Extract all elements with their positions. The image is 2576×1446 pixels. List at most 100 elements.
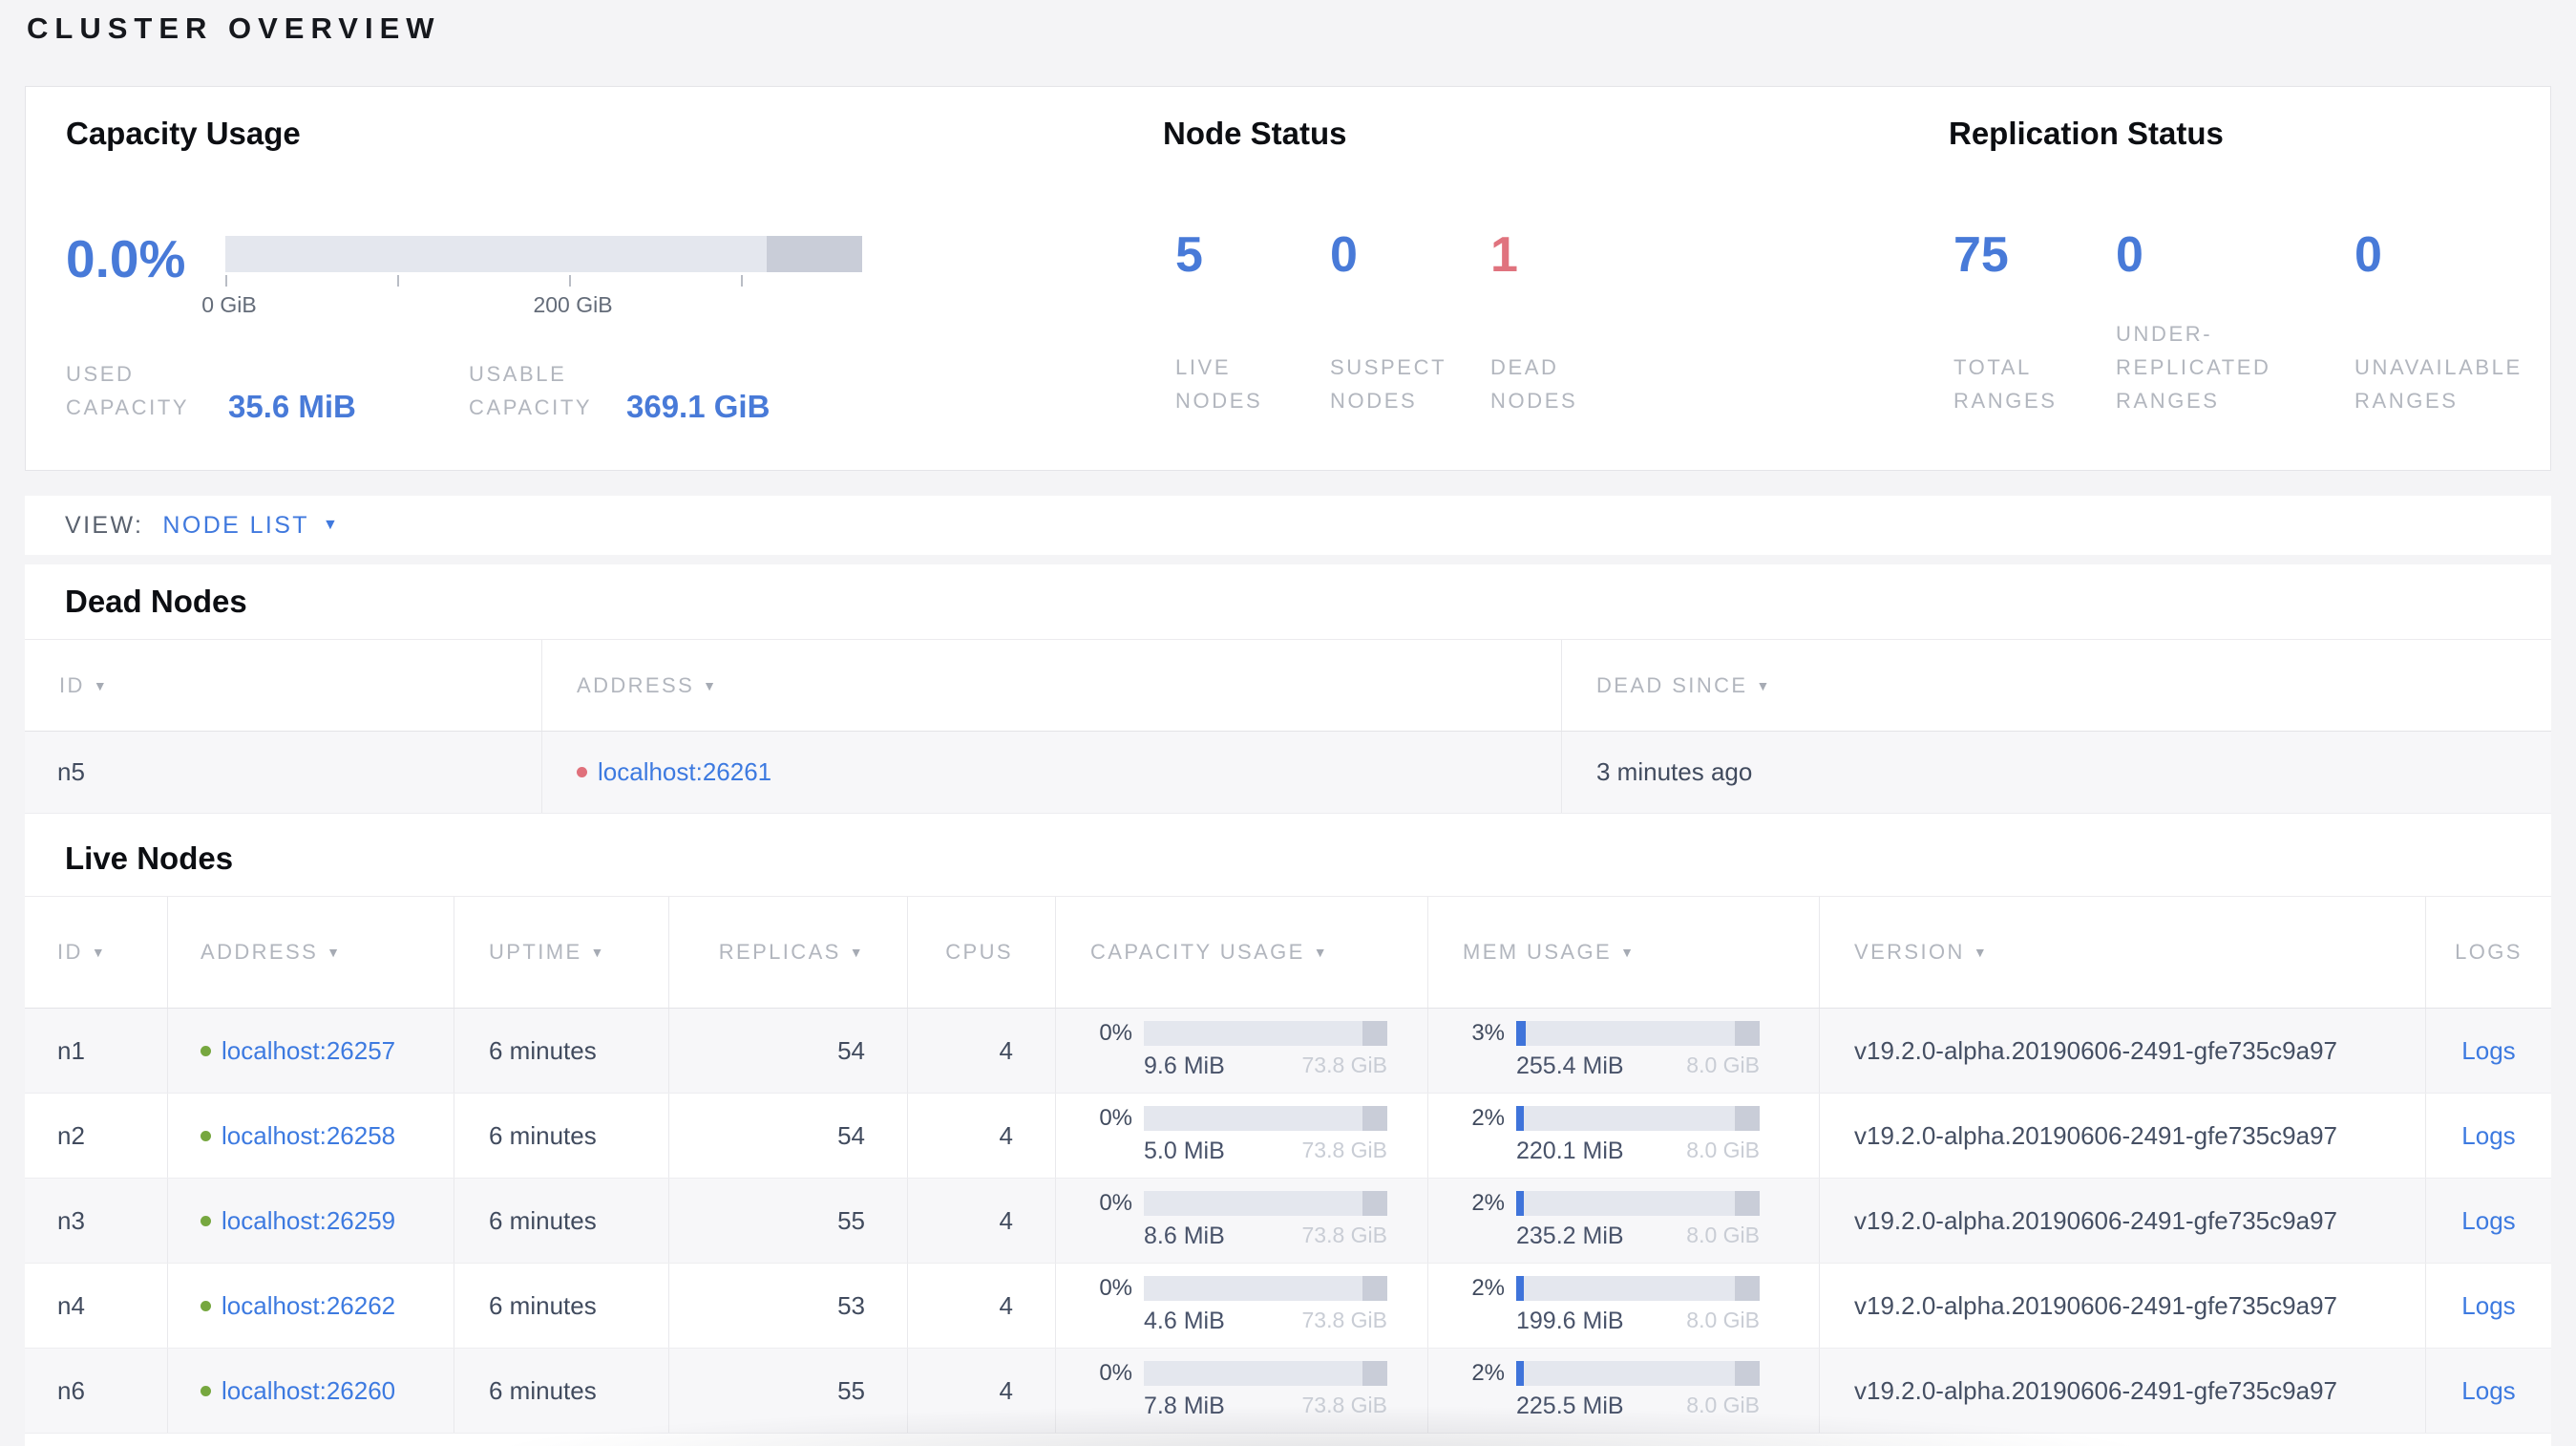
capacity-bar-track bbox=[225, 236, 862, 272]
live-nodes-table-header: ID ▼ ADDRESS ▼ UPTIME ▼ REPLICAS ▼ CPUS … bbox=[25, 896, 2551, 1009]
logs-link[interactable]: Logs bbox=[2461, 1376, 2515, 1406]
capacity-percent-value: 0.0% bbox=[66, 229, 186, 288]
header-mem-usage[interactable]: MEM USAGE ▼ bbox=[1428, 897, 1820, 1008]
capacity-bar bbox=[1144, 1191, 1387, 1216]
dead-nodes-table-header: ID ▼ ADDRESS ▼ DEAD SINCE ▼ bbox=[25, 639, 2551, 732]
node-id-cell: n2 bbox=[25, 1094, 168, 1178]
suspect-nodes-label: SUSPECT NODES bbox=[1330, 355, 1446, 413]
suspect-nodes-stat: 0 SUSPECT NODES bbox=[1330, 230, 1459, 417]
total-ranges-count: 75 bbox=[1953, 227, 2009, 283]
capacity-total: 73.8 GiB bbox=[1301, 1138, 1388, 1162]
node-id-cell: n1 bbox=[25, 1009, 168, 1093]
live-status-icon bbox=[201, 1385, 211, 1396]
live-nodes-count: 5 bbox=[1175, 227, 1203, 283]
axis-tick bbox=[569, 275, 571, 287]
dead-header-address[interactable]: ADDRESS ▼ bbox=[542, 640, 1562, 731]
nodes-section: Dead Nodes ID ▼ ADDRESS ▼ DEAD SINCE ▼ n… bbox=[25, 564, 2551, 1446]
capacity-used: 9.6 MiB bbox=[1144, 1053, 1225, 1079]
mem-bar bbox=[1516, 1276, 1760, 1301]
node-address-link[interactable]: localhost:26258 bbox=[222, 1121, 395, 1151]
cpus-cell: 4 bbox=[908, 1009, 1056, 1093]
version-cell: v19.2.0-alpha.20190606-2491-gfe735c9a97 bbox=[1820, 1179, 2426, 1263]
used-capacity-value: 35.6 MiB bbox=[228, 389, 356, 424]
node-id-cell: n3 bbox=[25, 1179, 168, 1263]
mem-used: 225.5 MiB bbox=[1516, 1393, 1624, 1419]
header-version[interactable]: VERSION ▼ bbox=[1820, 897, 2426, 1008]
header-logs: LOGS bbox=[2455, 940, 2523, 964]
dead-since-cell: 3 minutes ago bbox=[1596, 757, 1753, 786]
node-address-link[interactable]: localhost:26259 bbox=[222, 1206, 395, 1236]
page-title: CLUSTER OVERVIEW bbox=[27, 11, 441, 45]
capacity-used: 5.0 MiB bbox=[1144, 1138, 1225, 1164]
chevron-down-icon[interactable]: ▼ bbox=[323, 517, 338, 534]
dead-header-id[interactable]: ID ▼ bbox=[25, 640, 542, 731]
header-replicas[interactable]: REPLICAS ▼ bbox=[669, 897, 908, 1008]
mem-total: 8.0 GiB bbox=[1686, 1138, 1760, 1162]
mem-used: 255.4 MiB bbox=[1516, 1053, 1624, 1079]
sort-arrow-icon: ▼ bbox=[849, 945, 865, 960]
replication-status-title: Replication Status bbox=[1949, 116, 2224, 151]
capacity-total: 73.8 GiB bbox=[1301, 1223, 1388, 1247]
version-cell: v19.2.0-alpha.20190606-2491-gfe735c9a97 bbox=[1820, 1094, 2426, 1178]
header-uptime[interactable]: UPTIME ▼ bbox=[454, 897, 669, 1008]
mem-percent: 2% bbox=[1471, 1105, 1505, 1131]
node-address-cell: localhost:26262 bbox=[168, 1264, 454, 1348]
cpus-cell: 4 bbox=[908, 1094, 1056, 1178]
version-cell: v19.2.0-alpha.20190606-2491-gfe735c9a97 bbox=[1820, 1009, 2426, 1093]
mem-total: 8.0 GiB bbox=[1686, 1308, 1760, 1332]
total-ranges-label: TOTAL RANGES bbox=[1953, 355, 2058, 413]
logs-link[interactable]: Logs bbox=[2461, 1206, 2515, 1236]
sort-arrow-icon: ▼ bbox=[1313, 945, 1329, 960]
uptime-cell: 6 minutes bbox=[454, 1179, 669, 1263]
capacity-usage-gauge: 0 GiB 200 GiB bbox=[201, 236, 862, 319]
logs-link[interactable]: Logs bbox=[2461, 1291, 2515, 1321]
unavailable-ranges-label: UNAVAILABLE RANGES bbox=[2354, 355, 2523, 413]
capacity-percent: 0% bbox=[1099, 1020, 1132, 1046]
node-address-link[interactable]: localhost:26262 bbox=[222, 1291, 395, 1321]
dead-node-row: n5 localhost:26261 3 minutes ago bbox=[25, 732, 2551, 814]
replicas-cell: 54 bbox=[669, 1009, 908, 1093]
node-address-cell: localhost:26259 bbox=[168, 1179, 454, 1263]
uptime-cell: 6 minutes bbox=[454, 1349, 669, 1433]
mem-bar bbox=[1516, 1191, 1760, 1216]
under-replicated-count: 0 bbox=[2116, 227, 2143, 283]
capacity-total: 73.8 GiB bbox=[1301, 1308, 1388, 1332]
node-address-link[interactable]: localhost:26260 bbox=[222, 1376, 395, 1406]
view-dropdown[interactable]: NODE LIST bbox=[162, 512, 309, 540]
header-id[interactable]: ID ▼ bbox=[25, 897, 168, 1008]
sort-arrow-icon: ▼ bbox=[703, 677, 719, 693]
logs-cell: Logs bbox=[2426, 1179, 2551, 1263]
axis-tick bbox=[741, 275, 743, 287]
cluster-overview-page: CLUSTER OVERVIEW Capacity Usage Node Sta… bbox=[0, 0, 2576, 1446]
sort-arrow-icon: ▼ bbox=[1620, 945, 1636, 960]
node-address-link[interactable]: localhost:26261 bbox=[598, 757, 771, 787]
logs-link[interactable]: Logs bbox=[2461, 1121, 2515, 1151]
live-status-icon bbox=[201, 1130, 211, 1141]
sort-arrow-icon: ▼ bbox=[327, 945, 343, 960]
logs-link[interactable]: Logs bbox=[2461, 1036, 2515, 1066]
node-address-cell: localhost:26260 bbox=[168, 1349, 454, 1433]
usable-capacity-value: 369.1 GiB bbox=[626, 389, 771, 424]
sort-arrow-icon: ▼ bbox=[590, 945, 606, 960]
dead-nodes-label: DEAD NODES bbox=[1490, 355, 1578, 413]
uptime-cell: 6 minutes bbox=[454, 1094, 669, 1178]
mem-bar bbox=[1516, 1106, 1760, 1131]
dead-nodes-count: 1 bbox=[1490, 227, 1518, 283]
version-cell: v19.2.0-alpha.20190606-2491-gfe735c9a97 bbox=[1820, 1264, 2426, 1348]
total-ranges-stat: 75 TOTAL RANGES bbox=[1953, 230, 2082, 417]
replicas-cell: 55 bbox=[669, 1349, 908, 1433]
header-address[interactable]: ADDRESS ▼ bbox=[168, 897, 454, 1008]
mem-total: 8.0 GiB bbox=[1686, 1223, 1760, 1247]
replicas-cell: 53 bbox=[669, 1264, 908, 1348]
node-address-cell: localhost:26257 bbox=[168, 1009, 454, 1093]
dead-header-dead-since[interactable]: DEAD SINCE ▼ bbox=[1562, 640, 2551, 731]
capacity-bar bbox=[1144, 1106, 1387, 1131]
replicas-cell: 55 bbox=[669, 1179, 908, 1263]
header-cpus[interactable]: CPUS bbox=[908, 897, 1056, 1008]
capacity-bar bbox=[1144, 1021, 1387, 1046]
table-row: n4 localhost:26262 6 minutes 53 4 0% 4.6… bbox=[25, 1264, 2551, 1349]
header-capacity-usage[interactable]: CAPACITY USAGE ▼ bbox=[1056, 897, 1428, 1008]
mem-usage-cell: 2% 225.5 MiB 8.0 GiB bbox=[1428, 1349, 1820, 1433]
node-address-link[interactable]: localhost:26257 bbox=[222, 1036, 395, 1066]
mem-percent: 2% bbox=[1471, 1360, 1505, 1386]
